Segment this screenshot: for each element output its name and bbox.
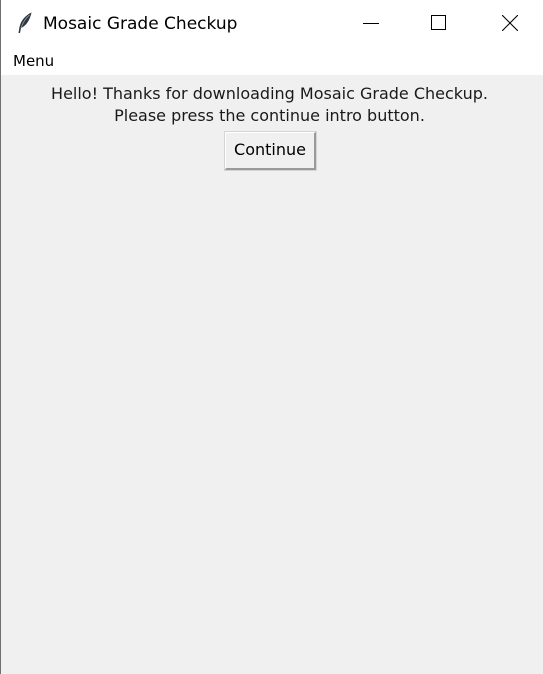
close-icon bbox=[502, 15, 518, 31]
menu-item-menu[interactable]: Menu bbox=[12, 52, 55, 70]
maximize-icon bbox=[431, 15, 446, 30]
close-button[interactable] bbox=[487, 0, 533, 47]
menu-bar: Menu bbox=[1, 47, 543, 75]
minimize-button[interactable] bbox=[348, 0, 394, 47]
app-window: Mosaic Grade Checkup Menu Hello! Thanks … bbox=[0, 0, 543, 674]
feather-icon bbox=[16, 11, 34, 35]
intro-line-2: Please press the continue intro button. bbox=[114, 106, 425, 125]
minimize-icon bbox=[363, 23, 379, 24]
main-content: Hello! Thanks for downloading Mosaic Gra… bbox=[1, 75, 543, 674]
intro-line-1: Hello! Thanks for downloading Mosaic Gra… bbox=[51, 84, 488, 103]
window-title: Mosaic Grade Checkup bbox=[43, 14, 238, 34]
maximize-button[interactable] bbox=[416, 0, 462, 47]
continue-button[interactable]: Continue bbox=[224, 131, 317, 171]
title-bar[interactable]: Mosaic Grade Checkup bbox=[1, 0, 543, 47]
intro-message: Hello! Thanks for downloading Mosaic Gra… bbox=[1, 83, 538, 127]
